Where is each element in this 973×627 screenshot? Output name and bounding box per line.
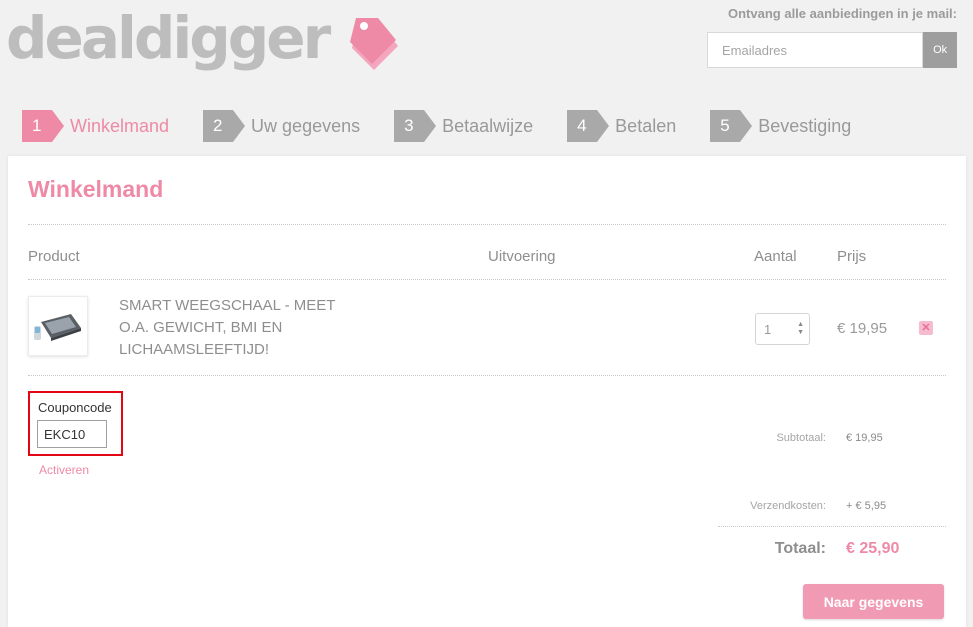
step-number: 2 bbox=[203, 110, 246, 142]
cart-panel: Winkelmand Product Uitvoering Aantal Pri… bbox=[8, 156, 966, 627]
shipping-value: + € 5,95 bbox=[846, 500, 887, 512]
divider bbox=[28, 224, 946, 225]
step-bevestiging[interactable]: 5 Bevestiging bbox=[710, 110, 851, 142]
total-value: € 25,90 bbox=[846, 540, 900, 557]
next-step-button[interactable]: Naar gegevens bbox=[803, 584, 944, 619]
divider bbox=[28, 279, 946, 280]
step-number: 4 bbox=[567, 110, 610, 142]
checkout-steps: 1 Winkelmand 2 Uw gegevens 3 Betaalwijze… bbox=[22, 110, 885, 142]
column-header-price: Prijs bbox=[837, 248, 867, 265]
coupon-box: Couponcode bbox=[28, 391, 123, 456]
step-uw-gegevens[interactable]: 2 Uw gegevens bbox=[203, 110, 360, 142]
divider bbox=[28, 375, 946, 376]
newsletter-label: Ontvang alle aanbiedingen in je mail: bbox=[728, 6, 957, 21]
step-betalen[interactable]: 4 Betalen bbox=[567, 110, 676, 142]
column-header-quantity: Aantal bbox=[754, 248, 797, 265]
page-title: Winkelmand bbox=[28, 176, 164, 202]
shipping-label: Verzendkosten: bbox=[750, 500, 826, 512]
step-betaalwijze[interactable]: 3 Betaalwijze bbox=[394, 110, 533, 142]
total-label: Totaal: bbox=[774, 540, 826, 557]
step-label: Bevestiging bbox=[758, 115, 852, 136]
newsletter-form: Ok bbox=[707, 32, 957, 68]
column-header-product: Product bbox=[28, 248, 80, 265]
step-number: 5 bbox=[710, 110, 753, 142]
quantity-value: 1 bbox=[764, 321, 772, 337]
product-name[interactable]: SMART WEEGSCHAAL - MEET O.A. GEWICHT, BM… bbox=[119, 295, 359, 361]
activate-coupon-link[interactable]: Activeren bbox=[39, 463, 89, 477]
site-logo[interactable]: dealdigger bbox=[6, 2, 400, 74]
step-number: 1 bbox=[22, 110, 64, 142]
step-winkelmand[interactable]: 1 Winkelmand bbox=[22, 110, 169, 142]
updown-arrow-icon: ▲ ▼ bbox=[797, 321, 804, 336]
remove-item-icon[interactable]: ✕ bbox=[919, 321, 933, 335]
step-label: Betalen bbox=[615, 115, 677, 136]
step-label: Winkelmand bbox=[70, 115, 170, 136]
step-label: Betaalwijze bbox=[442, 115, 534, 136]
scale-icon bbox=[34, 314, 81, 341]
coupon-label: Couponcode bbox=[38, 400, 112, 415]
step-number: 3 bbox=[394, 110, 437, 142]
coupon-input[interactable] bbox=[37, 420, 107, 448]
product-thumbnail[interactable] bbox=[28, 296, 88, 356]
price-tag-icon bbox=[350, 18, 399, 70]
item-price: € 19,95 bbox=[837, 320, 888, 337]
column-header-variant: Uitvoering bbox=[488, 248, 556, 265]
email-input[interactable] bbox=[707, 32, 924, 68]
step-label: Uw gegevens bbox=[251, 115, 361, 136]
subtotal-value: € 19,95 bbox=[846, 432, 883, 444]
quantity-select[interactable]: 1 ▲ ▼ bbox=[755, 313, 810, 345]
logo-text: dealdigger bbox=[6, 4, 331, 72]
subtotal-label: Subtotaal: bbox=[776, 432, 826, 444]
newsletter-signup: Ontvang alle aanbiedingen in je mail: Ok bbox=[707, 6, 957, 68]
divider bbox=[718, 526, 946, 527]
newsletter-ok-button[interactable]: Ok bbox=[923, 32, 957, 68]
